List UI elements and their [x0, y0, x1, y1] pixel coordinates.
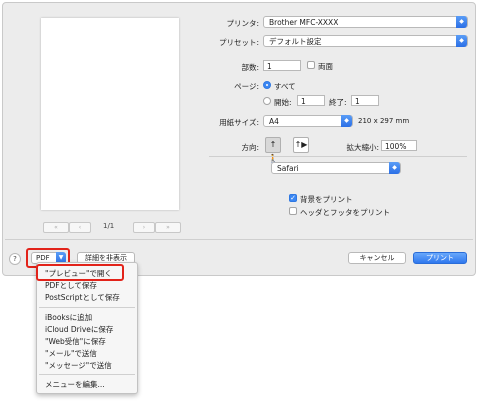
menu-item-save-pdf[interactable]: PDFとして保存 — [45, 280, 97, 291]
orientation-label: 方向: — [241, 143, 259, 152]
print-backgrounds-label: 背景をプリント — [300, 195, 353, 204]
last-page-button[interactable]: » — [155, 222, 181, 233]
paper-size-select[interactable]: A4 ◆ — [263, 115, 353, 127]
chevron-updown-icon: ◆ — [456, 35, 467, 47]
pages-from-label: 開始: — [274, 98, 292, 107]
print-backgrounds-checkbox[interactable]: ✓ — [289, 194, 297, 202]
scale-label: 拡大縮小: — [346, 143, 379, 152]
printer-value: Brother MFC-XXXX — [269, 18, 339, 27]
pdf-button-label: PDF — [36, 254, 50, 262]
landscape-icon: ↑▶ — [294, 140, 308, 149]
pages-to-label: 終了: — [329, 98, 347, 107]
footer-divider — [5, 239, 473, 240]
next-page-icon: › — [142, 224, 146, 231]
print-dialog: « ‹ 1/1 › » プリンタ: Brother MFC-XXXX ◆ プリセ… — [2, 2, 476, 276]
chevron-updown-icon: ◆ — [456, 16, 467, 28]
help-icon: ? — [13, 255, 17, 263]
menu-item-save-icloud[interactable]: iCloud Driveに保存 — [45, 324, 113, 335]
copies-label: 部数: — [241, 63, 259, 72]
menu-item-edit-menu[interactable]: メニューを編集... — [45, 379, 105, 390]
menu-item-send-mail[interactable]: "メール"で送信 — [45, 348, 97, 359]
pages-label: ページ: — [234, 82, 259, 91]
print-headers-label: ヘッダとフッタをプリント — [300, 208, 390, 217]
preset-select[interactable]: デフォルト設定 ◆ — [263, 35, 468, 47]
section-divider — [209, 156, 467, 157]
preset-value: デフォルト設定 — [269, 37, 322, 46]
print-preview-page — [41, 18, 179, 210]
menu-separator — [39, 307, 135, 308]
menu-item-add-ibooks[interactable]: iBooksに追加 — [45, 312, 92, 323]
last-page-icon: » — [166, 224, 170, 231]
pages-all-label: すべて — [274, 82, 296, 91]
copies-field[interactable]: 1 — [263, 60, 301, 71]
pages-from-field[interactable]: 1 — [297, 95, 325, 106]
preview-highlight-box — [36, 264, 124, 281]
menu-item-save-postscript[interactable]: PostScriptとして保存 — [45, 292, 120, 303]
menu-item-save-web-receipts[interactable]: "Web受信"に保存 — [45, 336, 106, 347]
print-headers-checkbox[interactable] — [289, 207, 297, 215]
first-page-button[interactable]: « — [43, 222, 69, 233]
duplex-checkbox[interactable] — [307, 61, 315, 69]
app-section-value: Safari — [277, 164, 299, 173]
prev-page-button[interactable]: ‹ — [69, 222, 91, 233]
print-button[interactable]: プリント — [413, 252, 467, 264]
chevron-updown-icon: ◆ — [341, 115, 352, 127]
portrait-icon: ↑🚶 — [268, 140, 278, 163]
printer-label: プリンタ: — [226, 19, 259, 28]
pdf-menu: "プレビュー"で開く PDFとして保存 PostScriptとして保存 iBoo… — [36, 262, 138, 394]
pages-to-field[interactable]: 1 — [351, 95, 379, 106]
chevron-updown-icon: ◆ — [389, 162, 400, 174]
first-page-icon: « — [54, 224, 58, 231]
next-page-button[interactable]: › — [133, 222, 155, 233]
menu-item-send-messages[interactable]: "メッセージ"で送信 — [45, 360, 112, 371]
menu-separator — [39, 374, 135, 375]
app-section-select[interactable]: Safari ◆ — [271, 162, 401, 174]
scale-field[interactable]: 100% — [381, 140, 417, 151]
prev-page-icon: ‹ — [78, 224, 82, 231]
paper-dimensions: 210 x 297 mm — [358, 117, 410, 125]
paper-size-value: A4 — [269, 117, 279, 126]
pages-range-radio[interactable] — [263, 97, 271, 105]
preset-label: プリセット: — [218, 38, 259, 47]
page-count: 1/1 — [103, 222, 115, 230]
duplex-label: 両面 — [318, 62, 333, 71]
pages-all-radio[interactable] — [263, 81, 271, 89]
portrait-orientation-button[interactable]: ↑🚶 — [265, 137, 281, 163]
cancel-button[interactable]: キャンセル — [348, 252, 406, 264]
landscape-orientation-button[interactable]: ↑▶ — [293, 137, 309, 153]
printer-select[interactable]: Brother MFC-XXXX ◆ — [263, 16, 468, 28]
help-button[interactable]: ? — [9, 253, 21, 265]
paper-size-label: 用紙サイズ: — [219, 118, 259, 127]
